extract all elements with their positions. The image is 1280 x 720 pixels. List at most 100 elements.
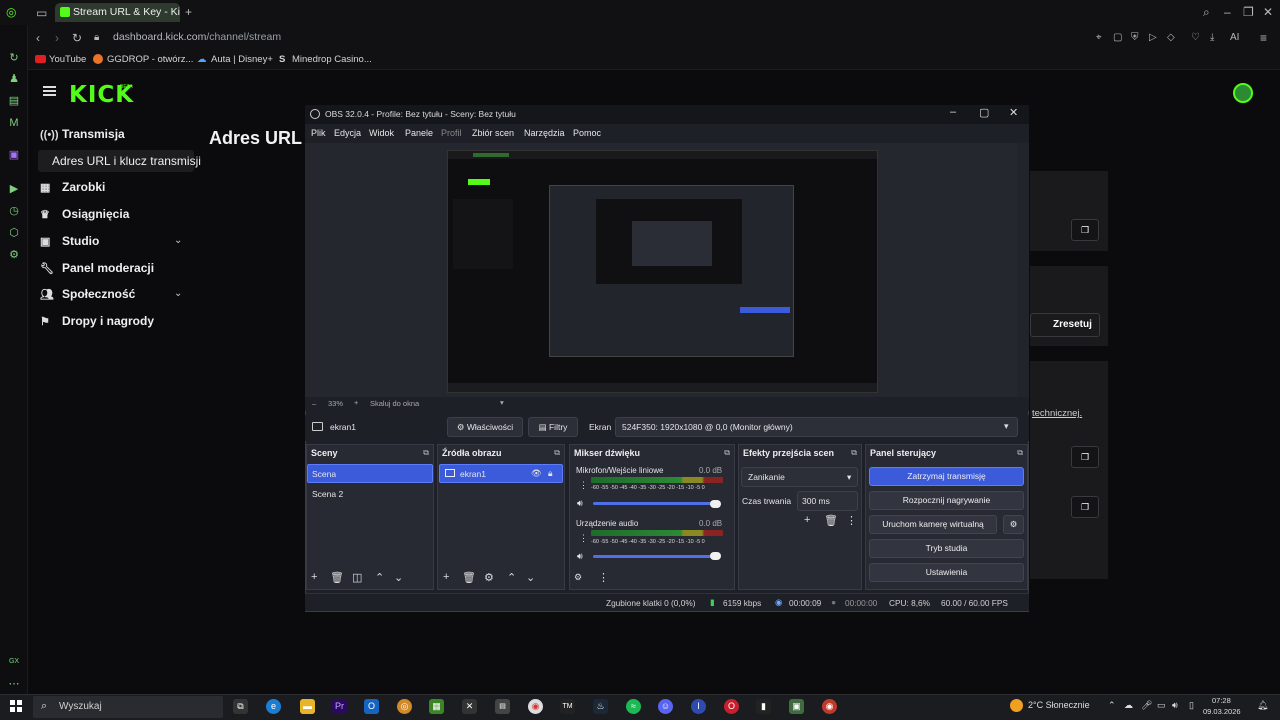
download-icon[interactable]: ⤓ <box>1210 31 1214 45</box>
nav-dropy[interactable]: ⚑ Dropy i nagrody <box>40 314 154 328</box>
properties-button[interactable]: ⚙ Właściwości <box>447 417 523 437</box>
minimize-window-icon[interactable]: – <box>1224 5 1231 19</box>
battery-icon[interactable]: ▯ <box>1189 700 1194 711</box>
volume-slider[interactable] <box>593 502 719 505</box>
chevron-down-icon[interactable]: ⌄ <box>174 288 182 299</box>
zoom-out-icon[interactable]: – <box>312 399 316 408</box>
scale-to-window-select[interactable]: Skaluj do okna <box>370 399 419 408</box>
obs-app-icon[interactable]: ◉ <box>822 699 837 714</box>
stop-streaming-button[interactable]: Zatrzymaj transmisję <box>869 467 1024 486</box>
move-up-icon[interactable]: ⌃ <box>507 571 516 584</box>
bookmark-ggdrop[interactable]: GGDROP - otwórz... <box>107 54 193 65</box>
obs-maximize-icon[interactable]: ▢ <box>979 106 989 119</box>
move-down-icon[interactable]: ⌄ <box>394 571 403 584</box>
snapshot-icon[interactable]: ▢ <box>1113 31 1122 45</box>
eye-icon[interactable]: 👁︎ <box>531 468 542 479</box>
speed-dial-icon[interactable]: ↻ <box>7 51 21 65</box>
screen-select[interactable]: 524F350: 1920x1080 @ 0,0 (Monitor główny… <box>615 417 1018 437</box>
dock-undock-icon[interactable]: ⧉ <box>554 448 560 458</box>
vpn-icon[interactable]: ◇ <box>1167 31 1175 45</box>
volume-slider-handle[interactable] <box>710 500 721 508</box>
menu-zbior-scen[interactable]: Zbiór scen <box>472 128 514 138</box>
epic-games-icon[interactable]: TM <box>560 699 575 714</box>
mixer-menu-icon[interactable]: ⋮ <box>598 571 609 584</box>
new-tab-icon[interactable]: + <box>185 5 192 19</box>
menu-plik[interactable]: Plik <box>311 128 326 138</box>
aria-icon[interactable]: AI <box>1230 31 1239 45</box>
maximize-window-icon[interactable]: ❐ <box>1243 5 1254 19</box>
settings-icon[interactable]: ⚙ <box>7 248 21 262</box>
file-explorer-icon[interactable]: ▬ <box>300 699 315 714</box>
nav-panel-moderacji[interactable]: 🔧︎ Panel moderacji <box>40 261 154 275</box>
x-icon[interactable]: ✕ <box>462 699 477 714</box>
add-source-icon[interactable]: + <box>443 571 449 583</box>
remove-scene-icon[interactable]: 🗑︎ <box>330 571 344 584</box>
menu-profil[interactable]: Profil <box>441 128 462 138</box>
taskbar-search-input[interactable]: Wyszukaj <box>33 696 223 718</box>
volume-slider[interactable] <box>593 555 719 558</box>
bookmark-icon[interactable]: ♡ <box>1191 31 1200 45</box>
mic-icon[interactable]: 🎤︎ <box>1141 700 1152 711</box>
shield-icon[interactable]: ⛨ <box>1131 31 1139 45</box>
nav-stream-url-key[interactable]: Adres URL i klucz transmisji <box>52 154 201 168</box>
source-item-selected[interactable] <box>439 464 563 483</box>
hamburger-menu-icon[interactable] <box>43 86 56 88</box>
bookmark-youtube[interactable]: YouTube <box>49 54 86 65</box>
gx-logo-icon[interactable]: GX <box>7 655 21 669</box>
scene-filters-icon[interactable]: ◫ <box>352 571 362 584</box>
reload-icon[interactable]: ↻ <box>72 31 82 45</box>
nav-studio[interactable]: ▣ Studio <box>40 234 99 248</box>
network-icon[interactable]: ▭ <box>1157 700 1166 711</box>
history-icon[interactable]: ◷ <box>7 204 21 218</box>
copy-url-button[interactable]: ❐ <box>1071 219 1099 241</box>
opera-gx-icon[interactable]: ◎ <box>6 5 16 19</box>
chevron-down-icon[interactable]: ⌄ <box>174 235 182 246</box>
speaker-icon[interactable]: 🔊︎ <box>577 551 583 562</box>
windows-start-icon[interactable] <box>10 700 22 712</box>
remove-transition-icon[interactable]: 🗑︎ <box>824 514 838 527</box>
menu-edycja[interactable]: Edycja <box>334 128 361 138</box>
dock-undock-icon[interactable]: ⧉ <box>423 448 429 458</box>
lock-icon[interactable]: 🔒︎ <box>548 468 553 479</box>
avatar[interactable] <box>1233 83 1253 103</box>
menu-narzedzia[interactable]: Narzędzia <box>524 128 565 138</box>
nav-osiagniecia[interactable]: ♛ Osiągnięcia <box>40 207 129 221</box>
tray-chevron-icon[interactable]: ⌃ <box>1108 700 1116 711</box>
minecraft-icon[interactable]: ▦ <box>429 699 444 714</box>
pin-icon[interactable]: ⌖ <box>1096 31 1102 45</box>
more-icon[interactable]: ⋯ <box>7 677 21 691</box>
back-icon[interactable]: ‹ <box>36 31 40 45</box>
steam-icon[interactable]: ♨ <box>593 699 608 714</box>
studio-mode-button[interactable]: Tryb studia <box>869 539 1024 558</box>
twitch-icon[interactable]: ▣ <box>7 148 21 162</box>
chevron-down-icon[interactable]: ▾ <box>1004 421 1009 432</box>
settings-button[interactable]: Ustawienia <box>869 563 1024 582</box>
play-icon[interactable]: ▶ <box>7 182 21 196</box>
app-icon[interactable]: ▤ <box>495 699 510 714</box>
transition-menu-icon[interactable]: ⋮ <box>846 514 857 527</box>
zoom-in-icon[interactable]: + <box>354 398 358 407</box>
nav-transmisja[interactable]: ((•)) Transmisja <box>40 127 125 141</box>
support-link[interactable]: technicznej. <box>1032 408 1082 419</box>
move-down-icon[interactable]: ⌄ <box>526 571 535 584</box>
app-circle-icon[interactable]: I <box>691 699 706 714</box>
dock-undock-icon[interactable]: ⧉ <box>1017 448 1023 458</box>
clock-date[interactable]: 09.03.2026 <box>1203 707 1241 716</box>
gx-corner-icon[interactable]: ▤ <box>7 94 21 108</box>
app-icon[interactable]: ▣ <box>789 699 804 714</box>
chrome-icon[interactable]: ◉ <box>528 699 543 714</box>
copy-backup-key-button[interactable]: ❐ <box>1071 496 1099 518</box>
extensions-icon[interactable]: ⬡ <box>7 226 21 240</box>
close-window-icon[interactable]: ✕ <box>1263 5 1273 19</box>
add-scene-icon[interactable]: + <box>311 571 317 583</box>
filters-button[interactable]: ▤ Filtry <box>528 417 578 437</box>
app-icon[interactable]: ▮ <box>756 699 771 714</box>
chevron-down-icon[interactable]: ▾ <box>500 398 504 407</box>
source-item[interactable]: ekran1 <box>460 469 486 479</box>
remove-source-icon[interactable]: 🗑︎ <box>462 571 476 584</box>
chevron-down-icon[interactable]: ▾ <box>847 472 851 483</box>
nav-zarobki[interactable]: ▦ Zarobki <box>40 180 105 194</box>
add-transition-icon[interactable]: + <box>804 514 810 526</box>
start-recording-button[interactable]: Rozpocznij nagrywanie <box>869 491 1024 510</box>
volume-icon[interactable]: 🔊︎ <box>1172 700 1178 711</box>
